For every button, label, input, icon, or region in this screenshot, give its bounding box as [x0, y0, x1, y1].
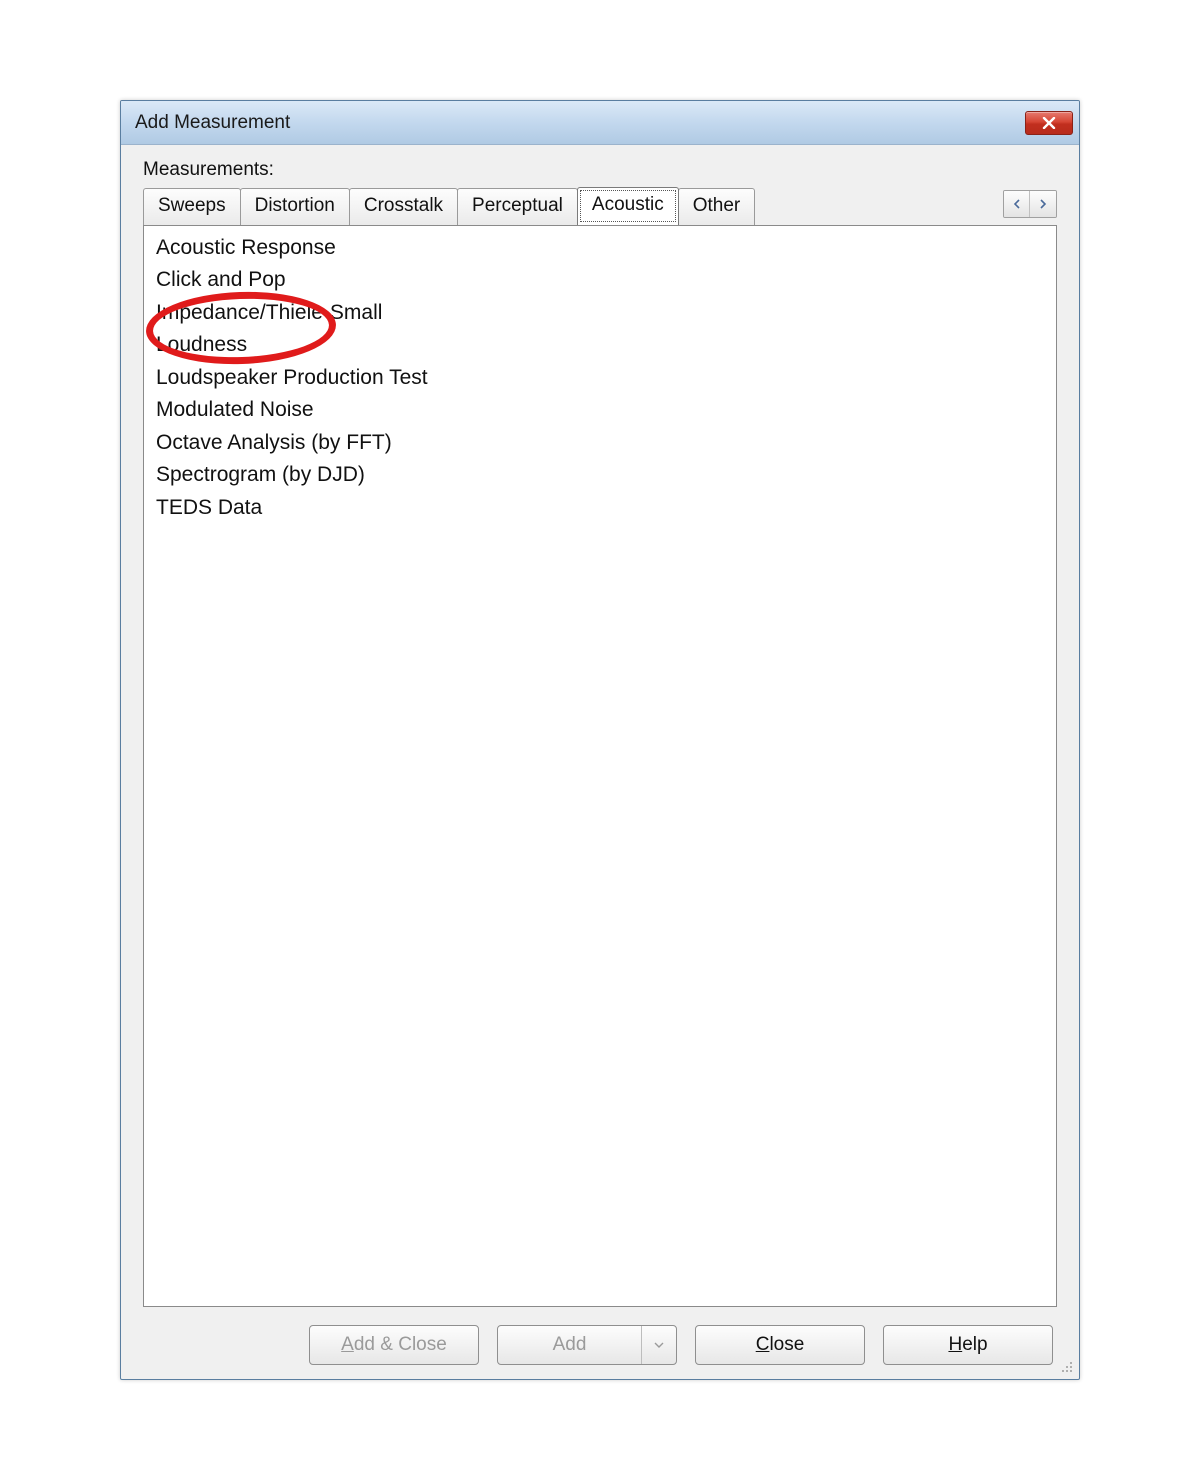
list-item[interactable]: TEDS Data [154, 492, 1046, 524]
close-icon [1041, 117, 1057, 129]
help-label: Help [948, 1334, 987, 1356]
add-button-dropdown[interactable] [642, 1326, 676, 1364]
tab-crosstalk[interactable]: Crosstalk [349, 188, 458, 226]
list-item[interactable]: Octave Analysis (by FFT) [154, 427, 1046, 459]
window-title: Add Measurement [135, 112, 1025, 134]
resize-grip-icon [1059, 1359, 1075, 1375]
help-button[interactable]: Help [883, 1325, 1053, 1365]
tab-perceptual[interactable]: Perceptual [457, 188, 578, 226]
list-item[interactable]: Impedance/Thiele-Small [154, 297, 1046, 329]
list-item[interactable]: Loudspeaker Production Test [154, 362, 1046, 394]
tab-sweeps[interactable]: Sweeps [143, 188, 241, 226]
chevron-left-icon [1013, 199, 1021, 209]
list-item[interactable]: Spectrogram (by DJD) [154, 459, 1046, 491]
titlebar: Add Measurement [121, 101, 1079, 145]
measurements-label: Measurements: [143, 159, 1057, 181]
close-label: Close [756, 1334, 805, 1356]
close-button[interactable]: Close [695, 1325, 865, 1365]
list-item[interactable]: Loudness [154, 329, 1046, 361]
chevron-right-icon [1039, 199, 1047, 209]
close-window-button[interactable] [1025, 111, 1073, 135]
dialog-button-row: Add & Close Add Close Help [143, 1307, 1057, 1369]
tab-acoustic[interactable]: Acoustic [577, 187, 679, 225]
tab-other[interactable]: Other [678, 188, 756, 226]
add-split-button[interactable]: Add [497, 1325, 677, 1365]
tab-scroll-right-button[interactable] [1030, 191, 1056, 217]
tab-distortion[interactable]: Distortion [240, 188, 350, 226]
tab-scroll-left-button[interactable] [1004, 191, 1030, 217]
tab-scroll [1003, 190, 1057, 218]
add-button-main[interactable]: Add [498, 1326, 642, 1364]
tab-strip: SweepsDistortionCrosstalkPerceptualAcous… [143, 187, 1057, 225]
list-item[interactable]: Modulated Noise [154, 394, 1046, 426]
caret-down-icon [654, 1342, 664, 1348]
add-and-close-label: Add & Close [341, 1334, 447, 1356]
list-item[interactable]: Click and Pop [154, 264, 1046, 296]
add-measurement-dialog: Add Measurement Measurements: SweepsDist… [120, 100, 1080, 1380]
add-label: Add [553, 1334, 587, 1356]
list-item[interactable]: Acoustic Response [154, 232, 1046, 264]
add-and-close-button[interactable]: Add & Close [309, 1325, 479, 1365]
resize-grip[interactable] [1059, 1359, 1075, 1375]
measurements-listbox[interactable]: Acoustic ResponseClick and PopImpedance/… [143, 225, 1057, 1307]
